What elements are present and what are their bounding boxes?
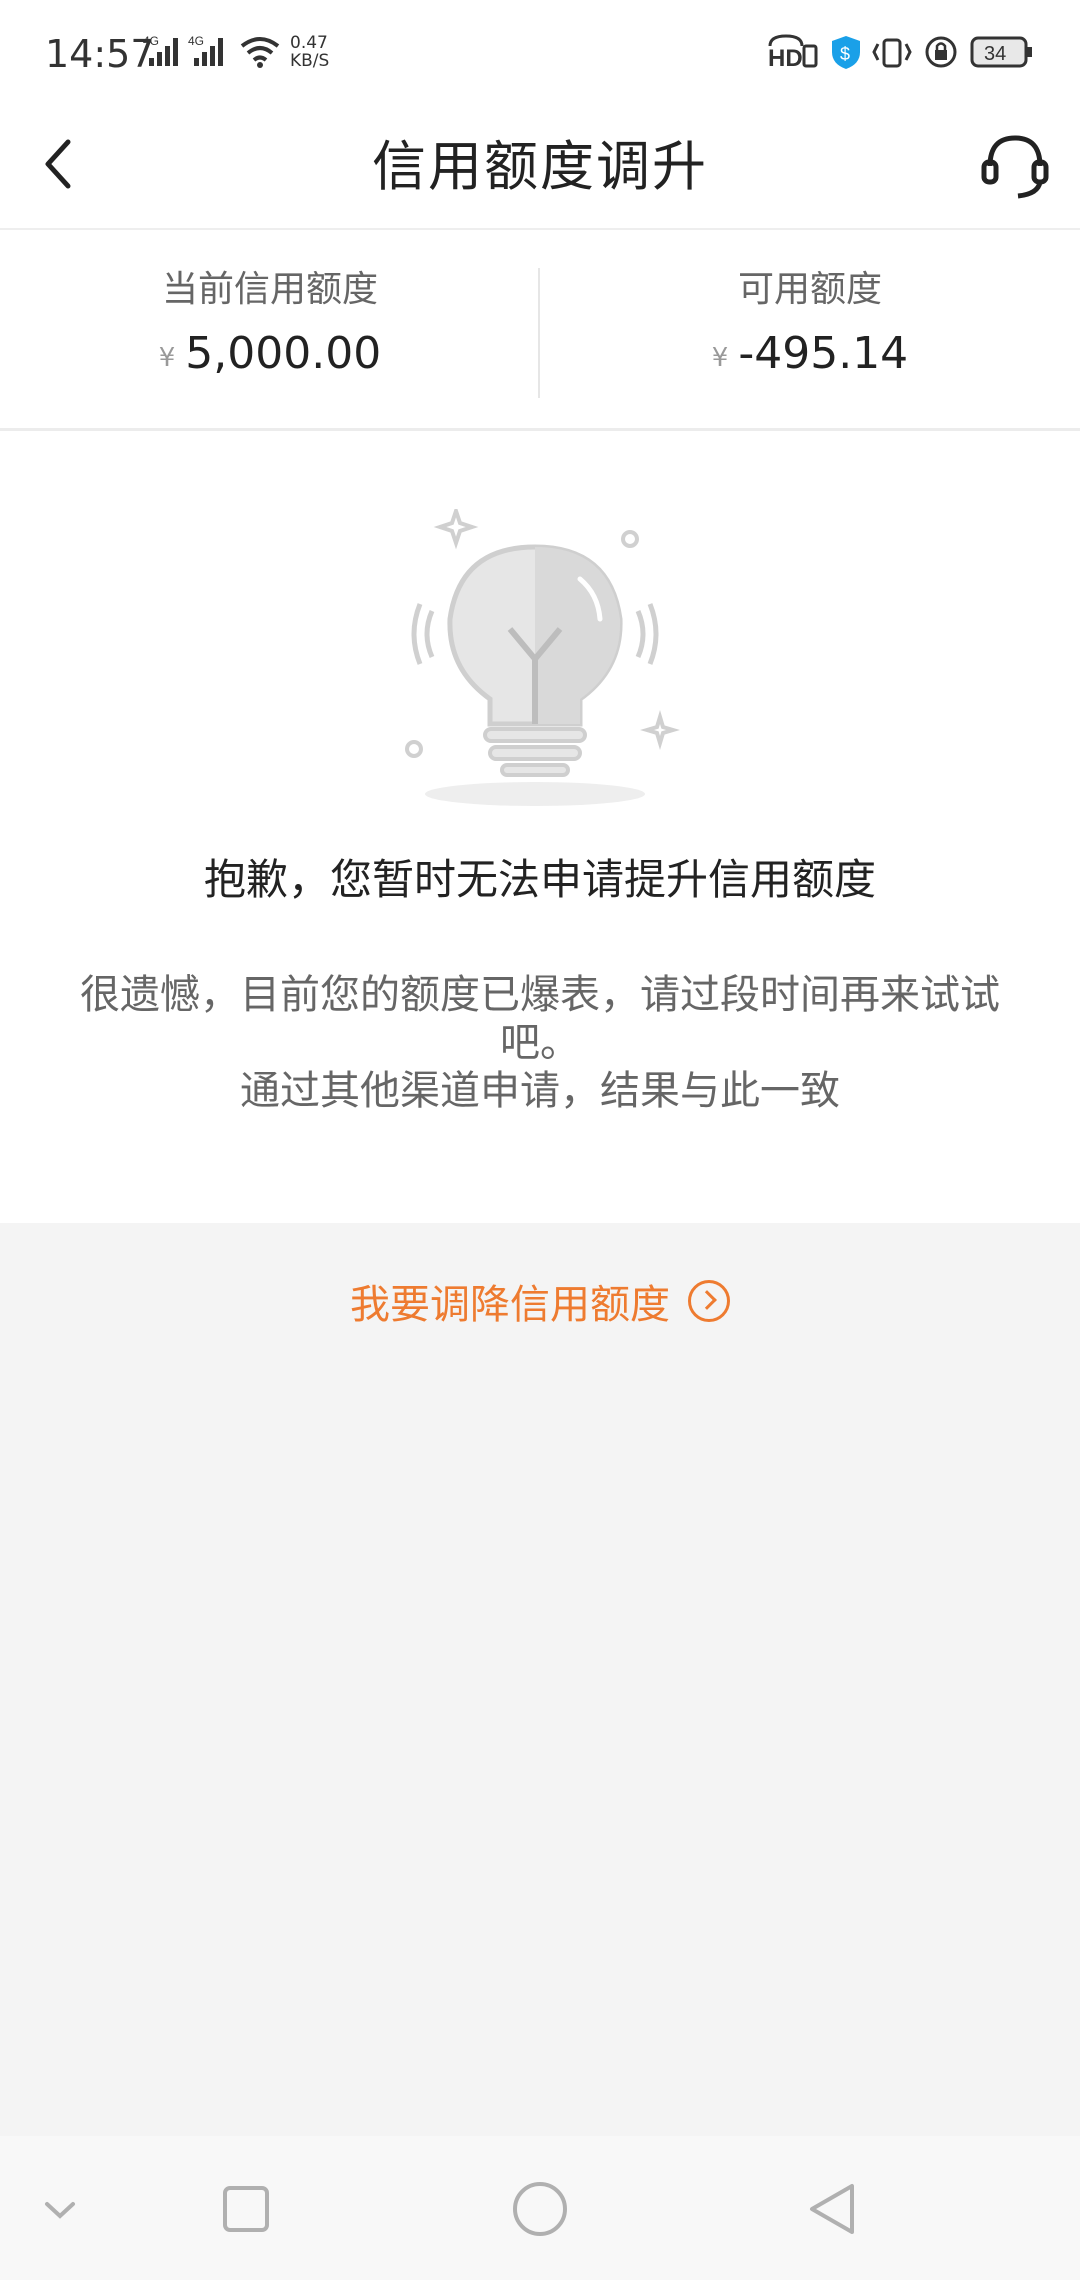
result-description-line-2: 通过其他渠道申请，结果与此一致 [240,1068,840,1114]
shield-icon: $ [832,36,860,69]
network-speed-value: 0.47 [290,33,328,53]
square-icon [223,2186,269,2232]
current-credit-value-row: ¥5,000.00 [0,328,540,379]
lightbulb-icon [405,509,680,806]
reduce-credit-link[interactable]: 我要调降信用额度 [0,1272,1080,1330]
vibrate-icon [872,38,912,68]
circle-chevron-right-icon [688,1280,730,1322]
network-speed: 0.47 KB/S [290,34,329,70]
circle-icon [513,2182,567,2236]
current-credit-value: 5,000.00 [185,328,382,379]
credit-summary: 当前信用额度 ¥5,000.00 可用额度 ¥ -495.14 [0,230,1080,431]
headset-icon [981,135,1049,199]
nav-collapse-button[interactable] [25,2174,95,2244]
reduce-credit-label: 我要调降信用额度 [350,1282,670,1328]
current-credit-block: 当前信用额度 ¥5,000.00 [0,260,540,379]
hd-voice-icon: HD [768,34,818,70]
available-credit-label: 可用额度 [737,269,882,310]
header: 信用额度调升 [0,100,1080,230]
svg-text:4G: 4G [188,34,204,48]
result-description: 很遗憾，目前您的额度已爆表，请过段时间再来试试吧。 通过其他渠道申请，结果与此一… [80,971,1000,1115]
chevron-down-icon [45,2202,75,2219]
status-bar: 14:57 4G 4G 0.47 KB/S HD $ 34 [0,0,1080,100]
svg-text:HD: HD [768,45,803,70]
triangle-back-icon [810,2184,854,2234]
rotation-lock-icon [925,36,957,68]
current-credit-label: 当前信用额度 [161,269,378,310]
svg-text:$: $ [840,44,850,64]
result-title: 抱歉，您暂时无法申请提升信用额度 [203,855,876,904]
currency-symbol: ¥ [711,343,729,373]
wifi-icon [240,37,280,68]
battery-icon: 34 [970,36,1032,68]
svg-text:34: 34 [984,43,1006,65]
signal-icon-2: 4G [188,34,223,66]
system-navigation-bar [0,2136,1080,2280]
network-speed-unit: KB/S [290,51,330,71]
available-credit-value-row: ¥ -495.14 [540,328,1080,379]
nav-recent-apps-button[interactable] [211,2174,281,2244]
status-time: 14:57 [45,32,155,76]
svg-text:4G: 4G [143,34,159,48]
available-credit-block: 可用额度 ¥ -495.14 [540,260,1080,379]
available-credit-value: -495.14 [738,328,909,379]
signal-icon-1: 4G [143,34,178,66]
result-panel: 抱歉，您暂时无法申请提升信用额度 很遗憾，目前您的额度已爆表，请过段时间再来试试… [0,431,1080,1223]
nav-back-button[interactable] [798,2174,868,2244]
customer-service-button[interactable] [972,122,1058,208]
currency-symbol: ¥ [158,343,176,373]
nav-home-button[interactable] [505,2174,575,2244]
result-description-line-1: 很遗憾，目前您的额度已爆表，请过段时间再来试试吧。 [80,972,1000,1066]
page-title: 信用额度调升 [372,135,708,198]
